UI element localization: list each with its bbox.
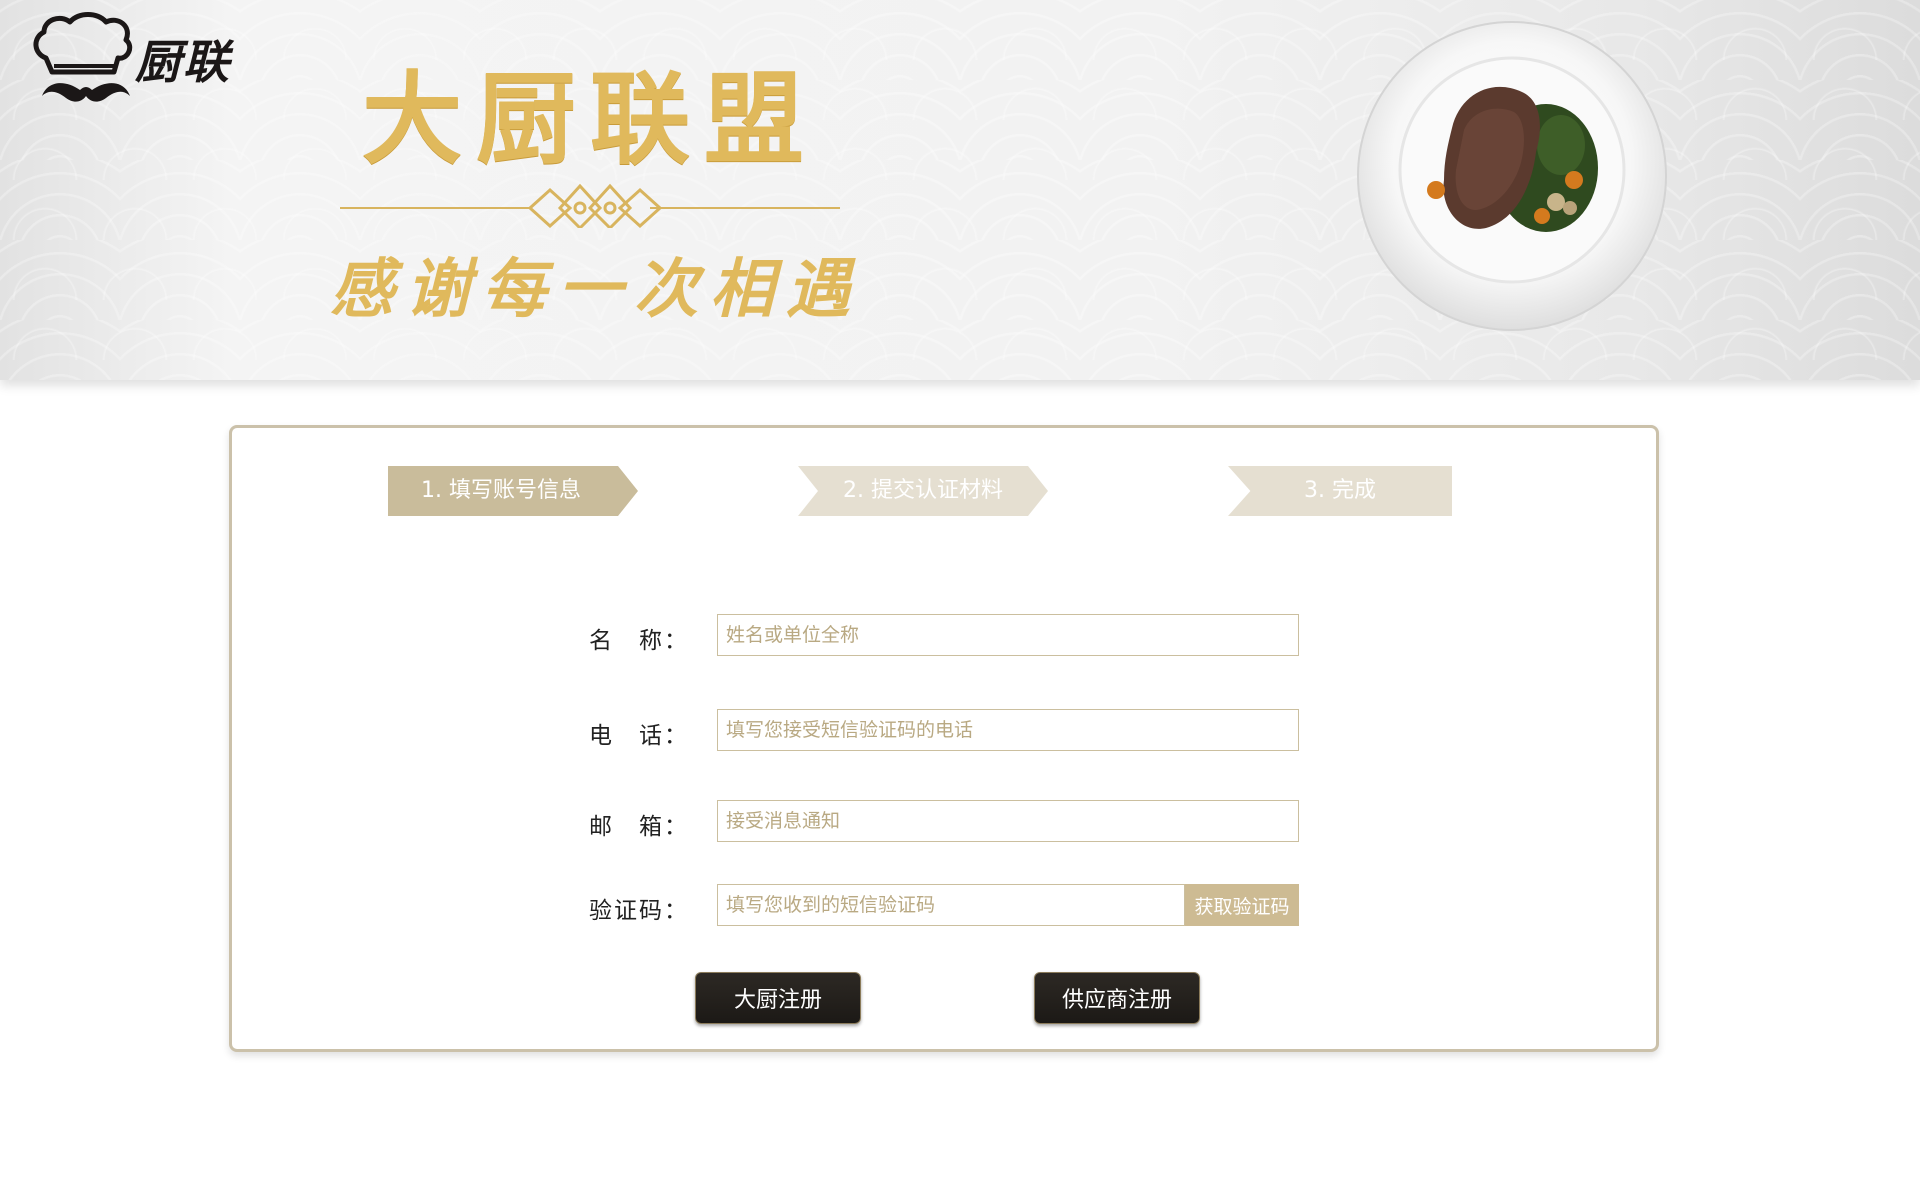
phone-label: 电 话： (589, 723, 689, 749)
email-label: 邮 箱： (589, 814, 689, 840)
gold-ornament-divider-icon (340, 183, 840, 228)
email-input[interactable] (717, 800, 1299, 842)
header-banner: 厨联 大厨联盟 感谢每一次相遇 (0, 0, 1920, 380)
chef-register-button[interactable]: 大厨注册 (695, 972, 861, 1024)
banner-subtitle: 感谢每一次相遇 (330, 252, 862, 327)
verification-code-label: 验证码： (589, 898, 689, 924)
step-1-fill-account: 1. 填写账号信息 (388, 466, 638, 516)
verification-code-input[interactable] (717, 884, 1185, 926)
step-2-submit-materials: 2. 提交认证材料 (798, 466, 1048, 516)
step-3-complete: 3. 完成 (1228, 466, 1452, 516)
name-label: 名 称： (589, 628, 689, 654)
steak-plate-image (1357, 21, 1667, 331)
get-verification-code-button[interactable]: 获取验证码 (1185, 884, 1299, 926)
logo-text: 厨联 (135, 35, 231, 89)
banner-title: 大厨联盟 (362, 60, 818, 178)
phone-input[interactable] (717, 709, 1299, 751)
name-input[interactable] (717, 614, 1299, 656)
registration-card: 1. 填写账号信息 2. 提交认证材料 3. 完成 名 称： 电 话： 邮 箱：… (229, 425, 1659, 1052)
supplier-register-button[interactable]: 供应商注册 (1034, 972, 1200, 1024)
